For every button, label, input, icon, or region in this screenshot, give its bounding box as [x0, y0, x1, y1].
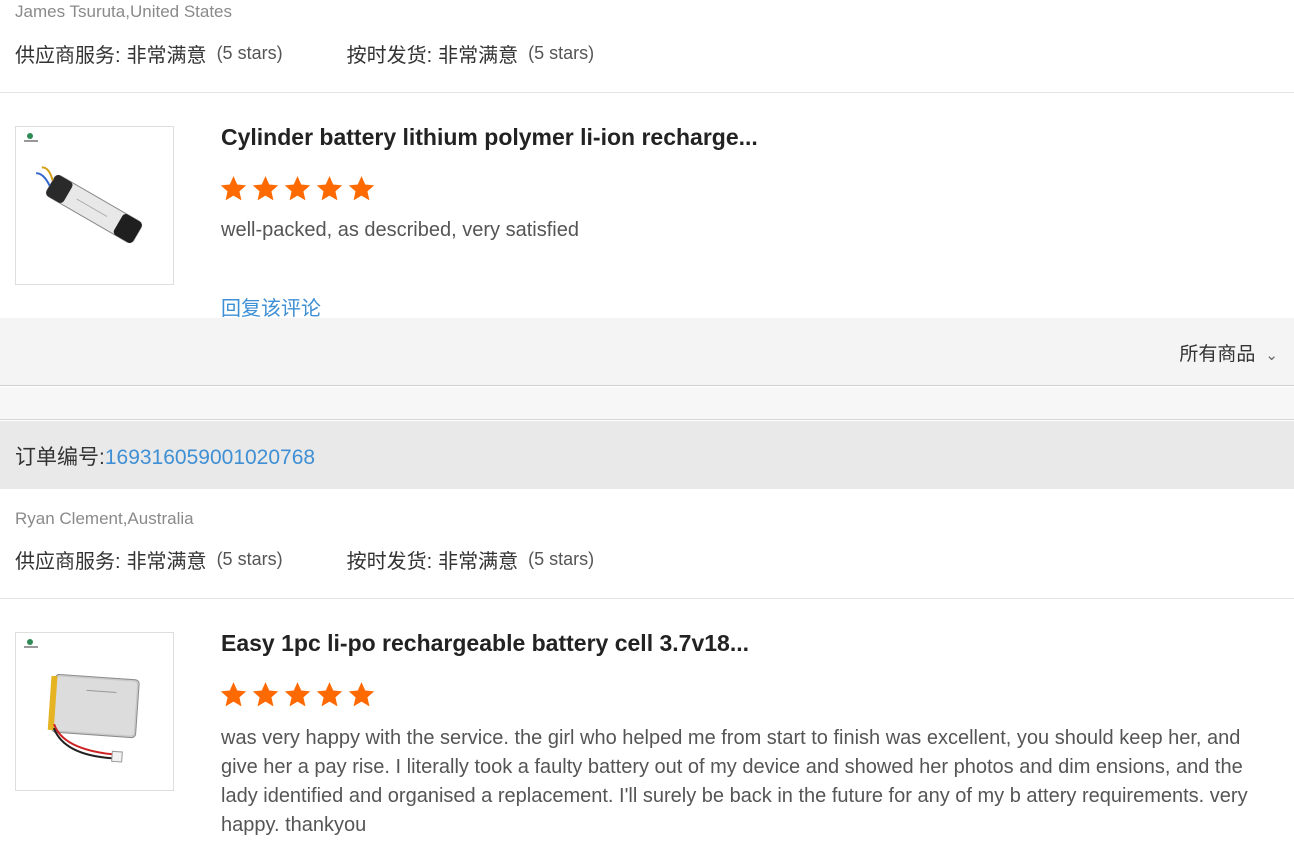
filter-label: 所有商品 — [1179, 344, 1256, 365]
seller-ratings-row: 供应商服务: 非常满意 (5 stars) 按时发货: 非常满意 (5 star… — [15, 39, 594, 67]
chevron-down-icon: ⌄ — [1265, 347, 1278, 364]
section-spacer — [0, 387, 1294, 420]
on-time-delivery-rating: 按时发货: 非常满意 (5 stars) — [346, 42, 595, 67]
review-text: was very happy with the service. the gir… — [221, 727, 1248, 836]
supplier-service-rating: 供应商服务: 非常满意 (5 stars) — [15, 548, 283, 573]
review-text: well-packed, as described, very satisfie… — [221, 219, 579, 241]
star-icon — [252, 682, 279, 707]
cylinder-battery-icon — [24, 133, 142, 244]
reviewer-name: Ryan Clement,Australia — [15, 509, 194, 528]
order-header: 订单编号:169316059001020768 — [0, 421, 1294, 489]
divider — [0, 598, 1294, 599]
product-title[interactable]: Cylinder battery lithium polymer li-ion … — [221, 124, 758, 151]
reply-review-link[interactable]: 回复该评论 — [221, 292, 321, 321]
brand-logo-icon — [24, 133, 38, 142]
star-icon — [220, 682, 247, 707]
all-products-dropdown[interactable]: 所有商品 ⌄ — [1179, 339, 1278, 366]
divider — [0, 92, 1294, 93]
star-icon — [284, 176, 311, 201]
product-thumbnail[interactable] — [15, 126, 174, 285]
star-icon — [284, 682, 311, 707]
feedback-page: James Tsuruta,United States 供应商服务: 非常满意 … — [0, 0, 1294, 849]
reviewer-name: James Tsuruta,United States — [15, 2, 233, 21]
star-icon — [252, 176, 279, 201]
on-time-delivery-rating: 按时发货: 非常满意 (5 stars) — [346, 548, 595, 573]
star-icon — [220, 176, 247, 201]
brand-logo-icon — [24, 639, 38, 648]
order-number-label: 订单编号: — [15, 446, 105, 469]
star-icon — [316, 176, 343, 201]
product-rating-stars — [219, 174, 376, 203]
order-number-link[interactable]: 169316059001020768 — [105, 446, 315, 469]
product-title[interactable]: Easy 1pc li-po rechargeable battery cell… — [221, 630, 749, 657]
star-icon — [348, 176, 375, 201]
lipo-battery-icon — [24, 639, 140, 763]
supplier-service-rating: 供应商服务: 非常满意 (5 stars) — [15, 42, 283, 67]
seller-ratings-row: 供应商服务: 非常满意 (5 stars) 按时发货: 非常满意 (5 star… — [15, 545, 594, 573]
product-rating-stars — [219, 680, 376, 709]
product-thumbnail[interactable] — [15, 632, 174, 791]
product-filter-bar: 所有商品 ⌄ — [0, 318, 1294, 386]
star-icon — [348, 682, 375, 707]
star-icon — [316, 682, 343, 707]
